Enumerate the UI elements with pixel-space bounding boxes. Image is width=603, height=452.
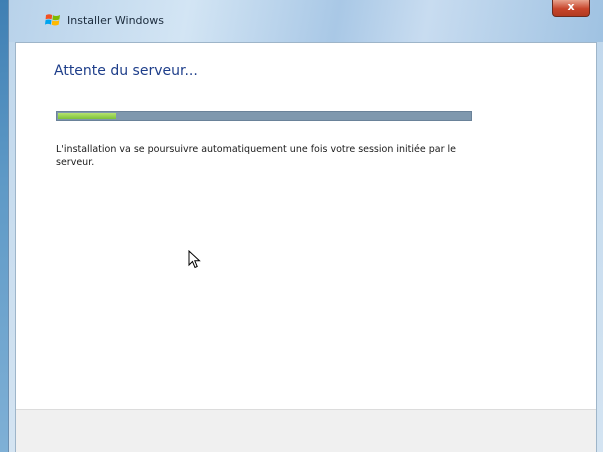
footer-bar	[16, 409, 596, 452]
page-heading: Attente du serveur...	[54, 63, 198, 79]
title-bar[interactable]: Installer Windows x	[9, 0, 603, 42]
installer-window: Installer Windows x Attente du serveur..…	[8, 0, 603, 452]
windows-logo-icon	[45, 14, 60, 26]
window-title: Installer Windows	[67, 14, 165, 27]
mouse-pointer-icon	[188, 250, 201, 269]
progress-bar	[56, 111, 472, 121]
status-message: L'installation va se poursuivre automati…	[56, 144, 457, 168]
screen: Installer Windows x Attente du serveur..…	[0, 0, 603, 452]
close-button[interactable]: x	[552, 0, 590, 17]
progress-fill	[58, 113, 116, 119]
content-area: Attente du serveur... L'installation va …	[15, 42, 597, 452]
